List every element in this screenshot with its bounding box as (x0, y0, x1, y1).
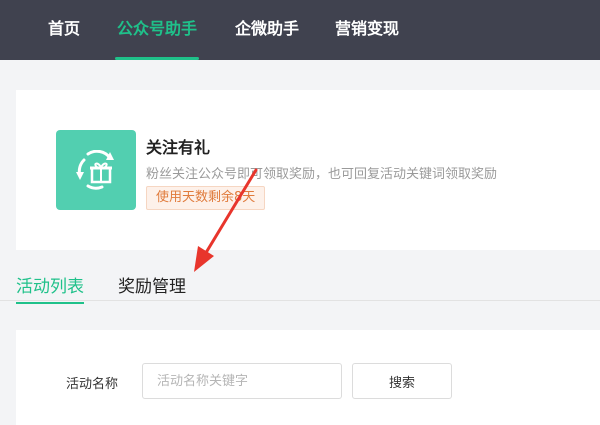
tabs-divider (0, 300, 600, 301)
tab-activity-list[interactable]: 活动列表 (16, 272, 84, 304)
app-description: 粉丝关注公众号即可领取奖励，也可回复活动关键词领取奖励 (146, 167, 498, 182)
nav-item-home[interactable]: 首页 (48, 0, 80, 60)
gift-cycle-icon (56, 130, 136, 210)
app-info-card: 关注有礼 粉丝关注公众号即可领取奖励，也可回复活动关键词领取奖励 使用天数剩余8… (16, 90, 600, 250)
tab-reward-management[interactable]: 奖励管理 (118, 272, 186, 297)
top-navigation: 首页 公众号助手 企微助手 营销变现 (0, 0, 600, 60)
activity-name-search-input[interactable] (142, 363, 342, 399)
nav-item-marketing-monetization[interactable]: 营销变现 (335, 0, 399, 60)
search-button[interactable]: 搜索 (352, 363, 452, 399)
activity-name-label: 活动名称 (66, 377, 119, 392)
nav-item-official-account-assistant[interactable]: 公众号助手 (114, 0, 200, 60)
app-title: 关注有礼 (146, 138, 211, 157)
filter-panel: 活动名称 搜索 (16, 330, 600, 425)
nav-item-wecom-assistant[interactable]: 企微助手 (235, 0, 299, 60)
remaining-days-badge: 使用天数剩余8天 (146, 186, 266, 210)
